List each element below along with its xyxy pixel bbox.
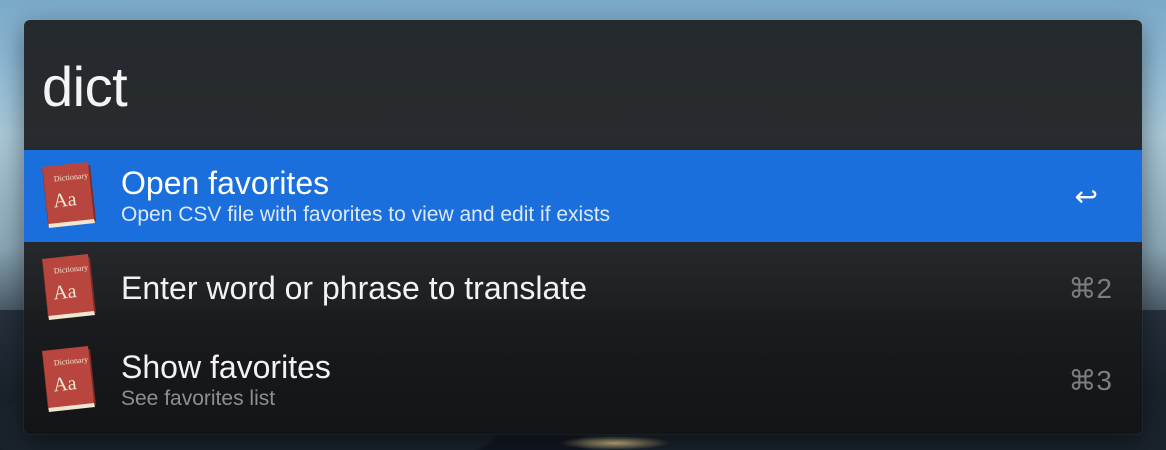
results-list: Dictionary Aa Open favorites Open CSV fi… bbox=[24, 150, 1142, 426]
book-glyph: Aa bbox=[52, 280, 78, 304]
result-row-show-favorites[interactable]: Dictionary Aa Show favorites See favorit… bbox=[24, 334, 1142, 426]
result-title: Open favorites bbox=[121, 165, 330, 201]
dictionary-app-icon: Dictionary Aa bbox=[42, 162, 96, 228]
result-title: Show favorites bbox=[121, 349, 331, 385]
dictionary-app-icon: Dictionary Aa bbox=[42, 254, 96, 320]
return-key-icon: ↩ bbox=[1074, 180, 1098, 212]
book-glyph: Aa bbox=[52, 188, 78, 212]
shortcut-label: ⌘2 bbox=[1068, 272, 1112, 304]
result-row-open-favorites[interactable]: Dictionary Aa Open favorites Open CSV fi… bbox=[24, 150, 1142, 242]
result-subtitle: Open CSV file with favorites to view and… bbox=[121, 203, 611, 226]
book-glyph: Aa bbox=[52, 372, 78, 396]
result-subtitle: See favorites list bbox=[121, 387, 276, 410]
wallpaper-light-glow bbox=[560, 436, 670, 450]
shortcut-label: ⌘3 bbox=[1068, 364, 1112, 396]
dictionary-app-icon: Dictionary Aa bbox=[42, 346, 96, 412]
query-bar bbox=[24, 20, 1142, 150]
search-input[interactable] bbox=[42, 50, 1122, 122]
result-title: Enter word or phrase to translate bbox=[121, 270, 588, 306]
result-row-enter-word[interactable]: Dictionary Aa Enter word or phrase to tr… bbox=[24, 242, 1142, 334]
launcher-window: Dictionary Aa Open favorites Open CSV fi… bbox=[24, 20, 1142, 434]
